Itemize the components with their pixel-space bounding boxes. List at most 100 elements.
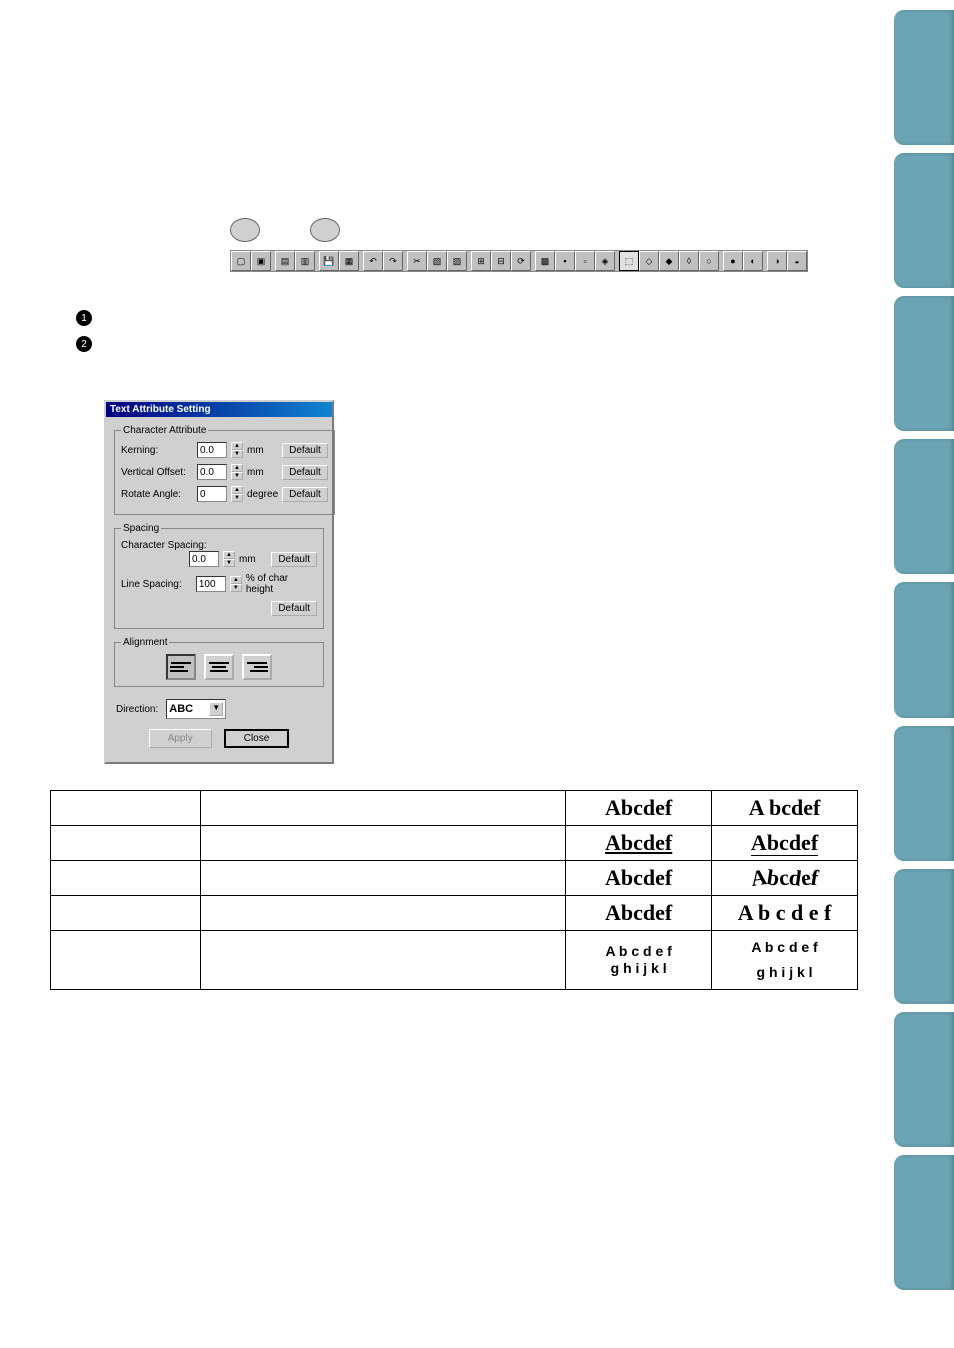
tool-a-icon[interactable]: ▩ (535, 251, 555, 271)
vertical-offset-input[interactable] (197, 464, 227, 480)
character-attribute-legend: Character Attribute (121, 425, 208, 436)
table-row: A b c d e f g h i j k l A b c d e f g h … (51, 931, 858, 990)
lspacing-up-icon[interactable]: ▲ (230, 576, 242, 584)
chevron-down-icon: ▼ (209, 702, 223, 716)
voffset-down-icon[interactable]: ▼ (231, 472, 243, 480)
misc-d-icon[interactable]: ◒ (787, 251, 807, 271)
bullet-1: 1 (76, 310, 92, 326)
refresh-icon[interactable]: ⟳ (511, 251, 531, 271)
tool-b-icon[interactable]: ▪ (555, 251, 575, 271)
kerning-input[interactable] (197, 442, 227, 458)
side-tab-9[interactable] (894, 1155, 954, 1290)
rotate-angle-default-button[interactable]: Default (282, 487, 328, 502)
cspacing-up-icon[interactable]: ▲ (223, 551, 235, 559)
rotate-angle-input[interactable] (197, 486, 227, 502)
rotate-up-icon[interactable]: ▲ (231, 486, 243, 494)
sample-charspacing-after: A b c d e f (738, 900, 832, 925)
vertical-offset-label: Vertical Offset: (121, 467, 193, 478)
character-attribute-group: Character Attribute Kerning: ▲▼ mm Defau… (114, 425, 335, 515)
tool-d-icon[interactable]: ◈ (595, 251, 615, 271)
side-tab-8[interactable] (894, 1012, 954, 1147)
sample-voffset-before: Abcdef (605, 830, 672, 855)
undo-icon[interactable]: ↶ (363, 251, 383, 271)
sample-linespacing-after: A b c d e f g h i j k l (716, 935, 853, 985)
table-row: Abcdef A b c d e f (51, 896, 858, 931)
align-center-button[interactable] (204, 654, 234, 680)
callout-circle-2 (310, 218, 340, 242)
text-d-icon[interactable]: ◊ (679, 251, 699, 271)
callout-circle-1 (230, 218, 260, 242)
rotate-angle-label: Rotate Angle: (121, 489, 193, 500)
new-icon[interactable]: ▢ (231, 251, 251, 271)
sample-rotate-after: Abcdef (751, 865, 818, 890)
line-spacing-unit: % of char height (246, 573, 317, 595)
copy-icon[interactable]: ▧ (427, 251, 447, 271)
text-e-icon[interactable]: ○ (699, 251, 719, 271)
side-tab-3[interactable] (894, 296, 954, 431)
direction-value: ABC (169, 703, 193, 715)
side-tab-7[interactable] (894, 869, 954, 1004)
apply-button[interactable]: Apply (149, 729, 212, 748)
rotate-angle-unit: degree (247, 489, 278, 500)
text-b-icon[interactable]: ◇ (639, 251, 659, 271)
misc-a-icon[interactable]: ● (723, 251, 743, 271)
sample-voffset-after: Abcdef (751, 830, 818, 856)
character-spacing-label: Character Spacing: (121, 540, 317, 551)
side-tab-1[interactable] (894, 10, 954, 145)
close-button[interactable]: Close (224, 729, 290, 748)
lspacing-down-icon[interactable]: ▼ (230, 584, 242, 592)
direction-label: Direction: (116, 704, 158, 715)
zoom1-icon[interactable]: ⊞ (471, 251, 491, 271)
align-right-button[interactable] (242, 654, 272, 680)
kerning-default-button[interactable]: Default (282, 443, 328, 458)
import-icon[interactable]: ▤ (275, 251, 295, 271)
open-icon[interactable]: ▣ (251, 251, 271, 271)
spacing-legend: Spacing (121, 523, 161, 534)
rotate-down-icon[interactable]: ▼ (231, 494, 243, 502)
export-icon[interactable]: ▥ (295, 251, 315, 271)
attributes-table: Abcdef A bcdef Abcdef Abcdef Abcdef Abcd… (50, 790, 858, 990)
side-tab-2[interactable] (894, 153, 954, 288)
kerning-down-icon[interactable]: ▼ (231, 450, 243, 458)
save-icon[interactable]: 💾 (319, 251, 339, 271)
sample-linespacing-before: A b c d e f g h i j k l (570, 943, 707, 977)
cut-icon[interactable]: ✂ (407, 251, 427, 271)
paste-icon[interactable]: ▨ (447, 251, 467, 271)
text-attr-icon[interactable]: ⬚ (619, 251, 639, 271)
cspacing-down-icon[interactable]: ▼ (223, 559, 235, 567)
bullets: 1 2 (76, 310, 92, 362)
align-left-button[interactable] (166, 654, 196, 680)
misc-c-icon[interactable]: ◑ (767, 251, 787, 271)
side-tab-5[interactable] (894, 582, 954, 717)
misc-b-icon[interactable]: ◐ (743, 251, 763, 271)
table-row: Abcdef Abcdef (51, 826, 858, 861)
side-tab-4[interactable] (894, 439, 954, 574)
dialog-title: Text Attribute Setting (106, 402, 332, 417)
vertical-offset-default-button[interactable]: Default (282, 465, 328, 480)
line-spacing-default-button[interactable]: Default (271, 601, 317, 616)
direction-select[interactable]: ABC ▼ (166, 699, 226, 719)
alignment-group: Alignment (114, 637, 324, 687)
kerning-unit: mm (247, 445, 264, 456)
redo-icon[interactable]: ↷ (383, 251, 403, 271)
line-spacing-input[interactable] (196, 576, 226, 592)
character-spacing-unit: mm (239, 554, 256, 565)
side-tab-6[interactable] (894, 726, 954, 861)
vertical-offset-unit: mm (247, 467, 264, 478)
character-spacing-default-button[interactable]: Default (271, 552, 317, 567)
sample-kerning-after: A bcdef (749, 795, 821, 820)
spacing-group: Spacing Character Spacing: ▲▼ mm Default… (114, 523, 324, 629)
text-c-icon[interactable]: ◆ (659, 251, 679, 271)
saveas-icon[interactable]: ▦ (339, 251, 359, 271)
alignment-legend: Alignment (121, 637, 169, 648)
kerning-label: Kerning: (121, 445, 193, 456)
kerning-up-icon[interactable]: ▲ (231, 442, 243, 450)
tool-c-icon[interactable]: ▫ (575, 251, 595, 271)
voffset-up-icon[interactable]: ▲ (231, 464, 243, 472)
table-row: Abcdef Abcdef (51, 861, 858, 896)
sample-charspacing-before: Abcdef (605, 900, 672, 925)
character-spacing-input[interactable] (189, 551, 219, 567)
sample-kerning-before: Abcdef (605, 795, 672, 820)
sample-rotate-before: Abcdef (605, 865, 672, 890)
zoom2-icon[interactable]: ⊟ (491, 251, 511, 271)
